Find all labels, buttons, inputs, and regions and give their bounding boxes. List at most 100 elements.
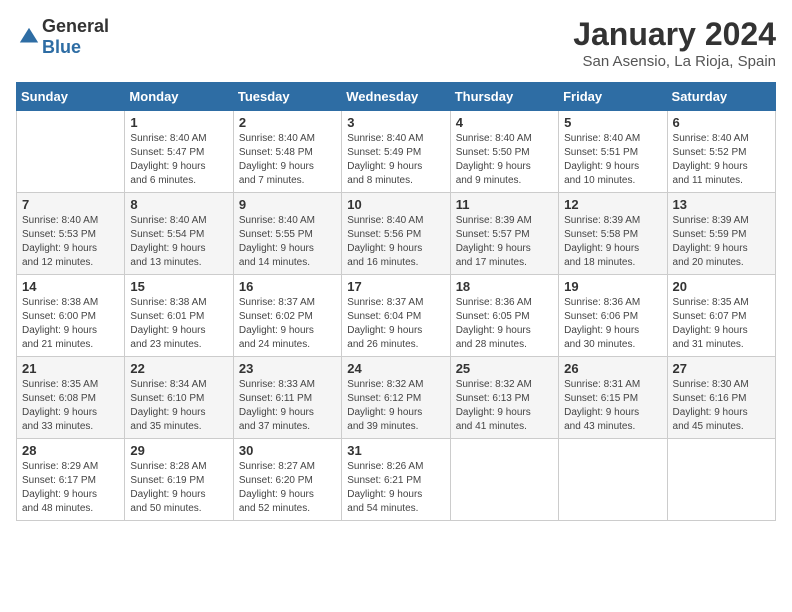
day-number: 19 [564, 279, 661, 294]
day-number: 31 [347, 443, 444, 458]
day-number: 13 [673, 197, 770, 212]
weekday-header-sunday: Sunday [17, 83, 125, 111]
day-number: 27 [673, 361, 770, 376]
day-number: 15 [130, 279, 227, 294]
day-number: 5 [564, 115, 661, 130]
day-info: Sunrise: 8:38 AMSunset: 6:01 PMDaylight:… [130, 296, 227, 352]
day-number: 11 [456, 197, 553, 212]
logo: General Blue [16, 16, 109, 58]
day-info: Sunrise: 8:36 AMSunset: 6:05 PMDaylight:… [456, 296, 553, 352]
calendar-cell: 24Sunrise: 8:32 AMSunset: 6:12 PMDayligh… [342, 357, 450, 439]
calendar-cell: 14Sunrise: 8:38 AMSunset: 6:00 PMDayligh… [17, 275, 125, 357]
day-info: Sunrise: 8:39 AMSunset: 5:59 PMDaylight:… [673, 214, 770, 270]
day-number: 2 [239, 115, 336, 130]
day-info: Sunrise: 8:27 AMSunset: 6:20 PMDaylight:… [239, 460, 336, 516]
day-number: 9 [239, 197, 336, 212]
calendar-cell: 2 Sunrise: 8:40 AMSunset: 5:48 PMDaylight… [233, 111, 341, 193]
day-info: Sunrise: 8:40 AMSunset: 5:52 PMDaylight:… [673, 132, 770, 188]
weekday-header-wednesday: Wednesday [342, 83, 450, 111]
calendar-cell: 26 Sunrise: 8:31 AMSunset: 6:15 PMDayligh… [559, 357, 667, 439]
day-number: 25 [456, 361, 553, 376]
day-info: Sunrise: 8:37 AMSunset: 6:04 PMDaylight:… [347, 296, 444, 352]
title-area: January 2024 San Asensio, La Rioja, Spai… [573, 16, 776, 70]
day-info: Sunrise: 8:40 AMSunset: 5:53 PMDaylight:… [22, 214, 119, 270]
calendar-cell: 30 Sunrise: 8:27 AMSunset: 6:20 PMDayligh… [233, 439, 341, 521]
day-number: 30 [239, 443, 336, 458]
day-number: 16 [239, 279, 336, 294]
calendar-cell [559, 439, 667, 521]
calendar-cell: 8 Sunrise: 8:40 AMSunset: 5:54 PMDaylight… [125, 193, 233, 275]
calendar-cell: 3Sunrise: 8:40 AMSunset: 5:49 PMDaylight… [342, 111, 450, 193]
day-number: 28 [22, 443, 119, 458]
weekday-header-row: SundayMondayTuesdayWednesdayThursdayFrid… [17, 83, 776, 111]
day-number: 18 [456, 279, 553, 294]
day-info: Sunrise: 8:40 AMSunset: 5:55 PMDaylight:… [239, 214, 336, 270]
day-number: 29 [130, 443, 227, 458]
day-info: Sunrise: 8:35 AMSunset: 6:08 PMDaylight:… [22, 378, 119, 434]
day-number: 17 [347, 279, 444, 294]
day-number: 24 [347, 361, 444, 376]
day-number: 14 [22, 279, 119, 294]
day-number: 22 [130, 361, 227, 376]
calendar-cell: 22Sunrise: 8:34 AMSunset: 6:10 PMDayligh… [125, 357, 233, 439]
logo-blue: Blue [42, 37, 81, 57]
day-info: Sunrise: 8:35 AMSunset: 6:07 PMDaylight:… [673, 296, 770, 352]
calendar-cell: 12Sunrise: 8:39 AMSunset: 5:58 PMDayligh… [559, 193, 667, 275]
day-number: 12 [564, 197, 661, 212]
day-number: 23 [239, 361, 336, 376]
day-info: Sunrise: 8:40 AMSunset: 5:49 PMDaylight:… [347, 132, 444, 188]
day-number: 20 [673, 279, 770, 294]
calendar-cell: 6 Sunrise: 8:40 AMSunset: 5:52 PMDaylight… [667, 111, 775, 193]
day-info: Sunrise: 8:40 AMSunset: 5:56 PMDaylight:… [347, 214, 444, 270]
calendar-cell: 20 Sunrise: 8:35 AMSunset: 6:07 PMDayligh… [667, 275, 775, 357]
calendar-cell: 21 Sunrise: 8:35 AMSunset: 6:08 PMDayligh… [17, 357, 125, 439]
day-number: 26 [564, 361, 661, 376]
day-number: 6 [673, 115, 770, 130]
weekday-header-monday: Monday [125, 83, 233, 111]
weekday-header-saturday: Saturday [667, 83, 775, 111]
logo-general: General [42, 16, 109, 36]
day-info: Sunrise: 8:40 AMSunset: 5:48 PMDaylight:… [239, 132, 336, 188]
day-info: Sunrise: 8:33 AMSunset: 6:11 PMDaylight:… [239, 378, 336, 434]
calendar-cell [17, 111, 125, 193]
calendar-cell: 5 Sunrise: 8:40 AMSunset: 5:51 PMDaylight… [559, 111, 667, 193]
calendar-body: 1Sunrise: 8:40 AMSunset: 5:47 PMDaylight… [17, 111, 776, 521]
calendar-week-row: 21 Sunrise: 8:35 AMSunset: 6:08 PMDayligh… [17, 357, 776, 439]
calendar-cell: 27Sunrise: 8:30 AMSunset: 6:16 PMDayligh… [667, 357, 775, 439]
calendar-cell: 31Sunrise: 8:26 AMSunset: 6:21 PMDayligh… [342, 439, 450, 521]
day-info: Sunrise: 8:39 AMSunset: 5:57 PMDaylight:… [456, 214, 553, 270]
day-info: Sunrise: 8:40 AMSunset: 5:51 PMDaylight:… [564, 132, 661, 188]
weekday-header-thursday: Thursday [450, 83, 558, 111]
calendar-cell: 13 Sunrise: 8:39 AMSunset: 5:59 PMDayligh… [667, 193, 775, 275]
weekday-header-tuesday: Tuesday [233, 83, 341, 111]
day-info: Sunrise: 8:29 AMSunset: 6:17 PMDaylight:… [22, 460, 119, 516]
day-info: Sunrise: 8:37 AMSunset: 6:02 PMDaylight:… [239, 296, 336, 352]
calendar-cell: 25 Sunrise: 8:32 AMSunset: 6:13 PMDayligh… [450, 357, 558, 439]
day-number: 1 [130, 115, 227, 130]
calendar-cell: 23 Sunrise: 8:33 AMSunset: 6:11 PMDayligh… [233, 357, 341, 439]
day-number: 21 [22, 361, 119, 376]
calendar-header: SundayMondayTuesdayWednesdayThursdayFrid… [17, 83, 776, 111]
calendar-week-row: 7 Sunrise: 8:40 AMSunset: 5:53 PMDaylight… [17, 193, 776, 275]
calendar-cell: 15 Sunrise: 8:38 AMSunset: 6:01 PMDayligh… [125, 275, 233, 357]
day-info: Sunrise: 8:40 AMSunset: 5:54 PMDaylight:… [130, 214, 227, 270]
day-info: Sunrise: 8:28 AMSunset: 6:19 PMDaylight:… [130, 460, 227, 516]
day-info: Sunrise: 8:32 AMSunset: 6:13 PMDaylight:… [456, 378, 553, 434]
calendar-cell: 28 Sunrise: 8:29 AMSunset: 6:17 PMDayligh… [17, 439, 125, 521]
day-info: Sunrise: 8:31 AMSunset: 6:15 PMDaylight:… [564, 378, 661, 434]
general-blue-icon [18, 26, 40, 48]
calendar-cell: 17 Sunrise: 8:37 AMSunset: 6:04 PMDayligh… [342, 275, 450, 357]
calendar-cell: 19Sunrise: 8:36 AMSunset: 6:06 PMDayligh… [559, 275, 667, 357]
calendar-week-row: 1Sunrise: 8:40 AMSunset: 5:47 PMDaylight… [17, 111, 776, 193]
day-number: 7 [22, 197, 119, 212]
day-number: 4 [456, 115, 553, 130]
calendar-cell: 18 Sunrise: 8:36 AMSunset: 6:05 PMDayligh… [450, 275, 558, 357]
day-number: 8 [130, 197, 227, 212]
day-info: Sunrise: 8:40 AMSunset: 5:50 PMDaylight:… [456, 132, 553, 188]
calendar-cell: 29 Sunrise: 8:28 AMSunset: 6:19 PMDayligh… [125, 439, 233, 521]
calendar-cell: 7 Sunrise: 8:40 AMSunset: 5:53 PMDaylight… [17, 193, 125, 275]
calendar-table: SundayMondayTuesdayWednesdayThursdayFrid… [16, 82, 776, 521]
calendar-cell: 10Sunrise: 8:40 AMSunset: 5:56 PMDayligh… [342, 193, 450, 275]
calendar-week-row: 28 Sunrise: 8:29 AMSunset: 6:17 PMDayligh… [17, 439, 776, 521]
calendar-cell [667, 439, 775, 521]
